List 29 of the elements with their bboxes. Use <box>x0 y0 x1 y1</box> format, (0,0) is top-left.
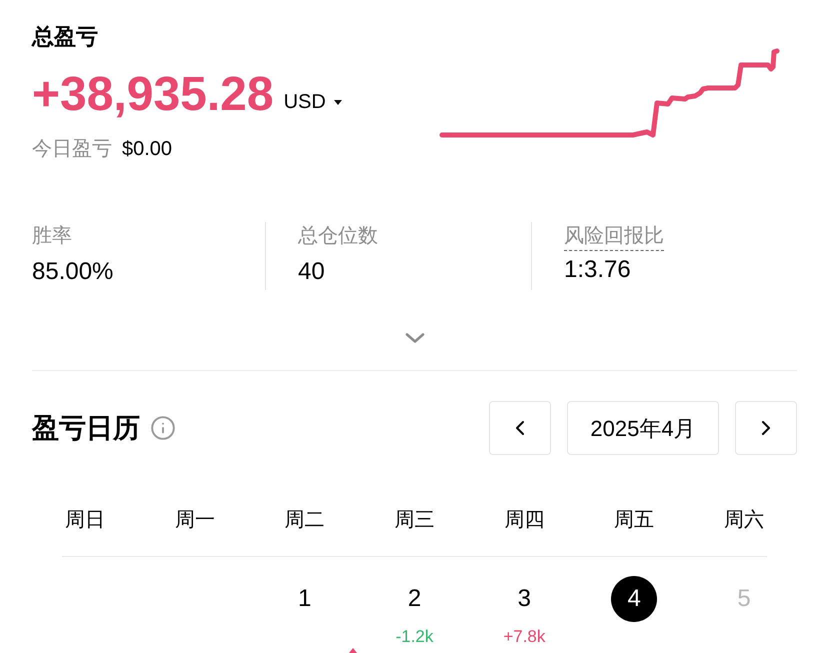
weekday-label: 周四 <box>504 508 544 533</box>
total-pnl-value: +38,935.28 <box>32 68 274 122</box>
stat-label: 总仓位数 <box>298 224 378 249</box>
stat-value: 40 <box>298 257 325 287</box>
currency-dropdown[interactable]: USD <box>284 88 342 116</box>
expand-chevron-icon[interactable] <box>404 333 424 343</box>
info-icon[interactable] <box>150 415 176 441</box>
stat-value: 1:3.76 <box>564 255 631 285</box>
marker-icon <box>349 648 357 653</box>
calendar-day[interactable]: 1 <box>298 576 312 622</box>
selected-day[interactable]: 4 <box>611 576 658 622</box>
weekday-label: 周五 <box>614 508 654 533</box>
day-pnl: +7.8k <box>503 627 546 647</box>
calendar-title: 盈亏日历 <box>32 412 140 445</box>
weekday-label: 周二 <box>284 508 325 533</box>
section-title: 总盈亏 <box>32 23 98 51</box>
month-picker-button[interactable]: 2025年4月 <box>567 401 719 455</box>
today-pnl-label: 今日盈亏 <box>32 137 112 162</box>
today-pnl-value: $0.00 <box>122 137 172 162</box>
stat-value: 85.00% <box>32 257 114 287</box>
stat-label: 胜率 <box>32 224 72 249</box>
weekday-label: 周日 <box>64 508 105 533</box>
calendar-day[interactable]: 3 <box>518 576 532 622</box>
day-pnl: -1.2k <box>396 627 434 647</box>
caret-icon <box>334 100 342 104</box>
calendar-day[interactable]: 2 <box>408 576 422 622</box>
weekday-label: 周一 <box>174 508 215 533</box>
weekday-label: 周六 <box>724 508 764 533</box>
weekday-label: 周三 <box>394 508 434 533</box>
